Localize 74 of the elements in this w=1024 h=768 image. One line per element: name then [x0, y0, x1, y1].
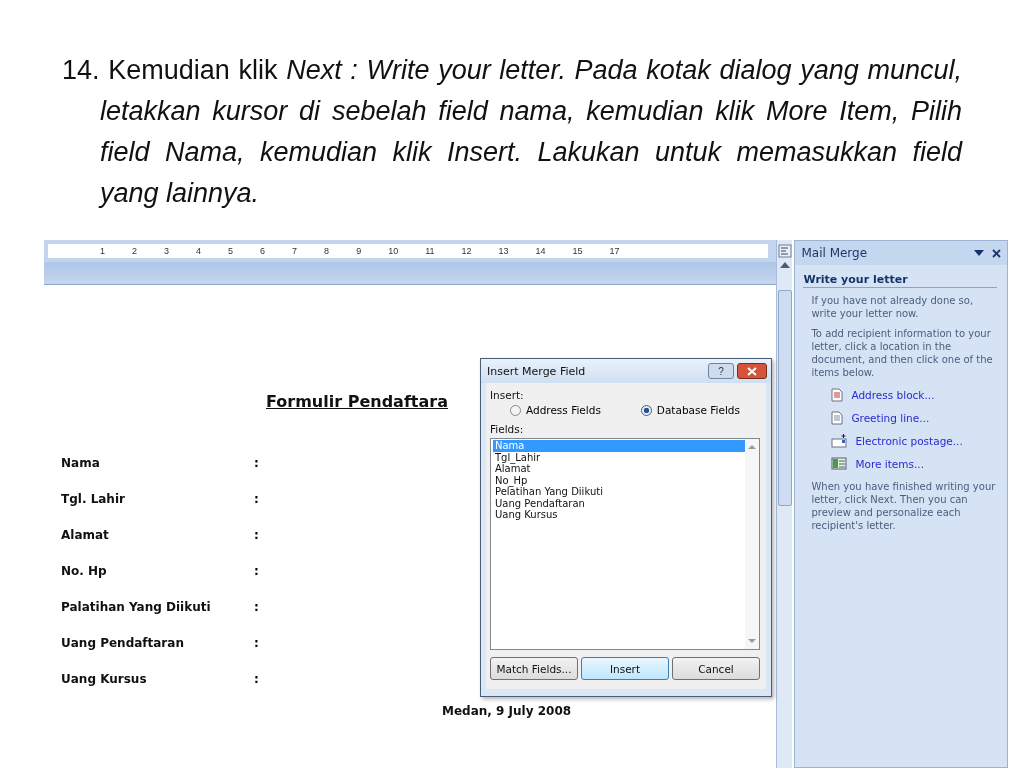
- form-label: Palatihan Yang Diikuti: [61, 599, 212, 614]
- dropdown-icon[interactable]: [974, 250, 984, 256]
- form-title: Formulir Pendaftara: [266, 392, 449, 411]
- form-colon: :: [254, 527, 259, 542]
- form-label: Tgl. Lahir: [61, 491, 126, 506]
- help-button[interactable]: ?: [708, 363, 734, 379]
- ruler-number: 7: [292, 246, 298, 256]
- ruler-number: 9: [356, 246, 362, 256]
- pane-title: Mail Merge: [801, 246, 869, 260]
- ruler-number: 2: [132, 246, 138, 256]
- ruler-number: 1: [100, 246, 105, 256]
- pane-text: When you have finished writing your letter, click Next. Then you can preview and personalize each recipient's letter.: [811, 480, 997, 532]
- scroll-up-icon[interactable]: [779, 262, 790, 268]
- pane-text: To add recipient information to your letter, click a location in the document, and then click one of the items below.: [811, 327, 994, 379]
- document-icon: [831, 388, 844, 402]
- fields-label: Fields:: [490, 423, 525, 435]
- form-label: Uang Kursus: [61, 671, 148, 686]
- ruler-number: 11: [425, 246, 435, 256]
- pane-text: If you have not already done so, write your letter now.: [811, 294, 975, 320]
- pane-link[interactable]: More items...: [855, 457, 924, 470]
- form-colon: :: [254, 635, 259, 650]
- place-date: Medan, 9 July 2008: [442, 704, 573, 718]
- list-item[interactable]: No_Hp: [493, 474, 745, 486]
- ruler-number: 17: [609, 246, 620, 256]
- scroll-down-icon[interactable]: [748, 639, 756, 643]
- form-colon: :: [254, 455, 259, 470]
- ruler-toggle-icon[interactable]: [777, 244, 792, 258]
- scroll-up-icon[interactable]: [748, 445, 756, 449]
- ruler-number: 5: [228, 246, 234, 256]
- ruler-number: 14: [535, 246, 546, 256]
- dialog-button[interactable]: Match Fields...: [490, 657, 578, 680]
- step-number: 14.: [62, 55, 100, 85]
- form-colon: :: [254, 563, 259, 578]
- form-colon: :: [254, 599, 259, 614]
- form-colon: :: [254, 491, 259, 506]
- dialog-button[interactable]: Insert: [581, 657, 669, 680]
- list-item[interactable]: Uang Pendaftaran: [493, 497, 745, 509]
- list-item[interactable]: Uang Kursus: [493, 509, 745, 521]
- envelope-icon: [831, 434, 848, 448]
- form-colon: :: [254, 671, 259, 686]
- pane-link[interactable]: Greeting line...: [851, 412, 930, 424]
- ruler-number: 10: [388, 246, 399, 256]
- ruler-number: 8: [324, 246, 330, 256]
- table-icon: [831, 457, 848, 470]
- option-label[interactable]: Database Fields: [656, 404, 740, 416]
- ruler-number: 12: [461, 246, 472, 256]
- ruler-number: 6: [260, 246, 266, 256]
- dialog-button[interactable]: Cancel: [672, 657, 760, 680]
- ruler-number: 15: [572, 246, 583, 256]
- list-scrollbar[interactable]: [745, 439, 759, 649]
- section-heading: Write your letter: [803, 273, 997, 288]
- close-button[interactable]: [737, 363, 767, 379]
- form-label: No. Hp: [61, 563, 108, 578]
- form-label: Alamat: [61, 527, 110, 542]
- radio-button[interactable]: [510, 404, 521, 416]
- pane-link[interactable]: Address block...: [851, 389, 935, 401]
- scroll-thumb[interactable]: [777, 290, 792, 506]
- instruction-text: Kemudian klik Next : Write your letter. Pada kotak dialog yang muncul, letakkan kursor di sebelah field nama, kemudian klik More Item, Pilih field Nama, kemudian klik Insert. Lakukan untuk memasukkan field yang lainnya.: [100, 55, 962, 208]
- list-item[interactable]: Alamat: [493, 463, 745, 475]
- dialog-title: Insert Merge Field: [487, 364, 587, 378]
- ruler-number: 13: [498, 246, 509, 256]
- ruler-number: 4: [196, 246, 202, 256]
- vertical-scrollbar[interactable]: [776, 240, 793, 768]
- close-icon[interactable]: [992, 248, 1001, 258]
- form-label: Nama: [61, 455, 101, 470]
- pane-link[interactable]: Electronic postage...: [855, 435, 963, 447]
- document-icon: [831, 411, 844, 425]
- option-label[interactable]: Address Fields: [526, 404, 601, 416]
- form-label: Uang Pendaftaran: [61, 635, 185, 650]
- radio-button[interactable]: [640, 404, 652, 416]
- ruler-number: 3: [164, 246, 170, 256]
- list-item[interactable]: Tgl_Lahir: [493, 451, 745, 463]
- insert-label: Insert:: [490, 389, 525, 401]
- list-item[interactable]: Pelatihan Yang Diikuti: [493, 486, 745, 498]
